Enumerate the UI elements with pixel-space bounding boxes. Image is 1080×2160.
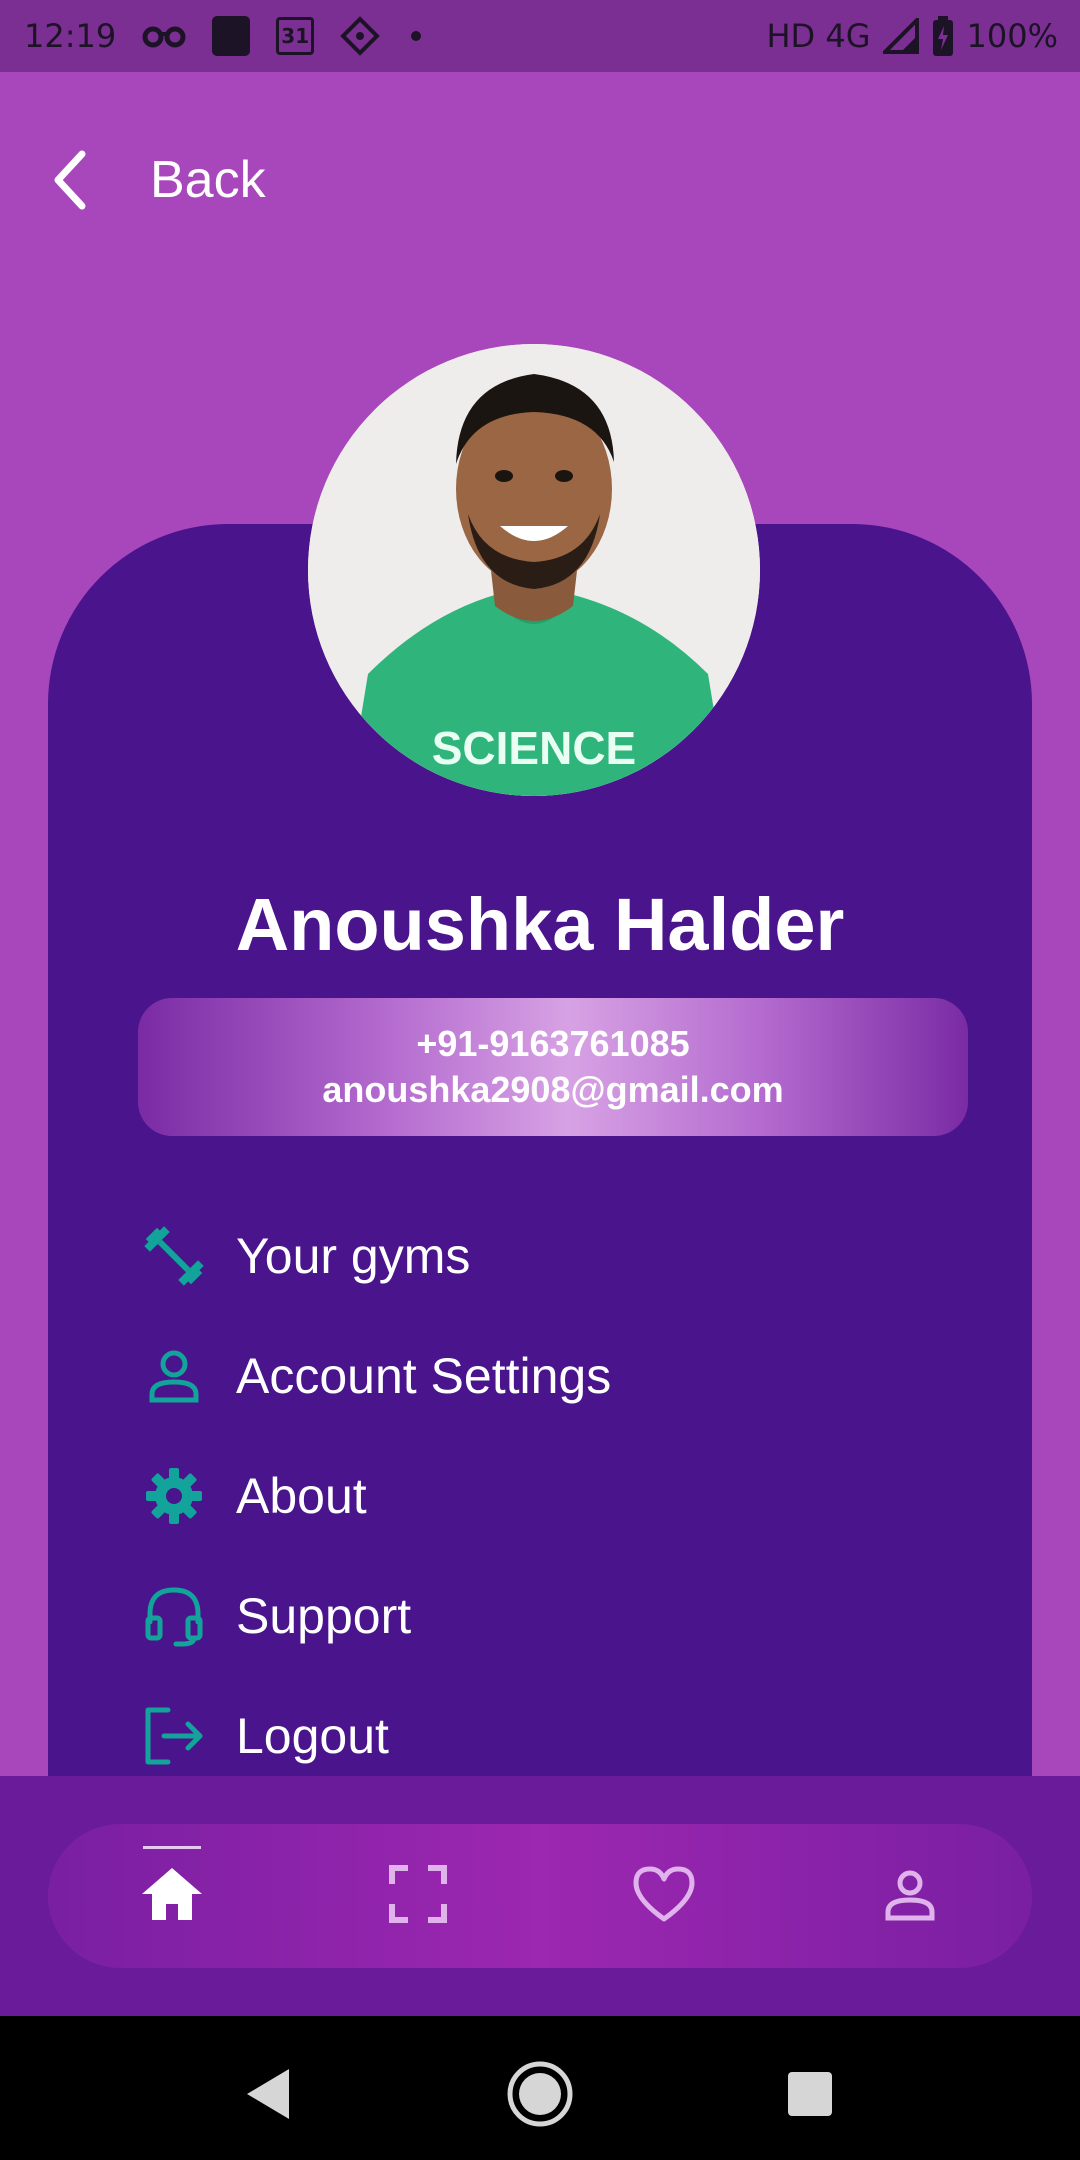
status-time: 12:19 <box>24 17 117 55</box>
chevron-left-icon <box>48 150 92 210</box>
email-address: anoushka2908@gmail.com <box>322 1069 784 1110</box>
system-home-button[interactable] <box>500 2054 580 2134</box>
notes-icon <box>212 16 251 56</box>
profile-name: Anoushka Halder <box>235 883 845 966</box>
home-icon <box>140 1864 204 1929</box>
back-label: Back <box>150 151 266 209</box>
avatar: SCIENCE <box>308 344 760 796</box>
heart-icon <box>632 1865 696 1928</box>
triangle-back-icon <box>247 2069 289 2119</box>
nav-profile-button[interactable] <box>850 1824 970 1968</box>
square-recents-icon <box>788 2072 832 2116</box>
dot-icon <box>406 26 426 46</box>
logout-icon <box>142 1704 206 1768</box>
profile-icon <box>882 1866 938 1927</box>
system-back-button[interactable] <box>228 2054 308 2134</box>
active-indicator <box>143 1846 201 1849</box>
nav-favorites-button[interactable] <box>604 1824 724 1968</box>
menu-item-logout[interactable]: Logout <box>142 1696 389 1776</box>
glasses-icon <box>142 24 186 48</box>
menu-label: About <box>236 1468 367 1524</box>
calendar-icon: 31 <box>276 17 315 55</box>
phone-number: +91-9163761085 <box>416 1023 690 1064</box>
menu-label: Your gyms <box>236 1228 471 1284</box>
bottom-navigation <box>0 1776 1080 2016</box>
menu-label: Account Settings <box>236 1348 612 1404</box>
status-bar: 12:19 31 HD 4G 100% <box>0 0 1080 72</box>
menu-item-about[interactable]: About <box>142 1456 367 1536</box>
signal-icon <box>882 18 919 54</box>
menu-item-your-gyms[interactable]: Your gyms <box>142 1216 470 1296</box>
gear-icon <box>142 1464 206 1528</box>
nav-scan-button[interactable] <box>358 1824 478 1968</box>
contact-info: +91-9163761085 anoushka2908@gmail.com <box>138 998 968 1136</box>
system-recents-button[interactable] <box>770 2054 850 2134</box>
sim-icon <box>340 16 381 56</box>
menu-item-support[interactable]: Support <box>142 1576 411 1656</box>
headset-icon <box>142 1584 206 1648</box>
circle-home-icon <box>507 2061 573 2127</box>
battery-percent: 100% <box>966 17 1058 55</box>
network-label: HD 4G <box>766 17 871 55</box>
system-navigation-bar <box>0 2016 1080 2160</box>
menu-item-account-settings[interactable]: Account Settings <box>142 1336 611 1416</box>
dumbbell-icon <box>142 1224 206 1288</box>
menu-label: Support <box>236 1588 412 1644</box>
svg-text:SCIENCE: SCIENCE <box>432 722 636 774</box>
scan-icon <box>388 1864 448 1929</box>
bottom-nav-bar <box>48 1824 1032 1968</box>
battery-icon <box>931 16 955 56</box>
person-icon <box>142 1344 206 1408</box>
nav-home-button[interactable] <box>112 1824 232 1968</box>
back-button[interactable]: Back <box>48 150 266 210</box>
menu-label: Logout <box>236 1708 389 1764</box>
